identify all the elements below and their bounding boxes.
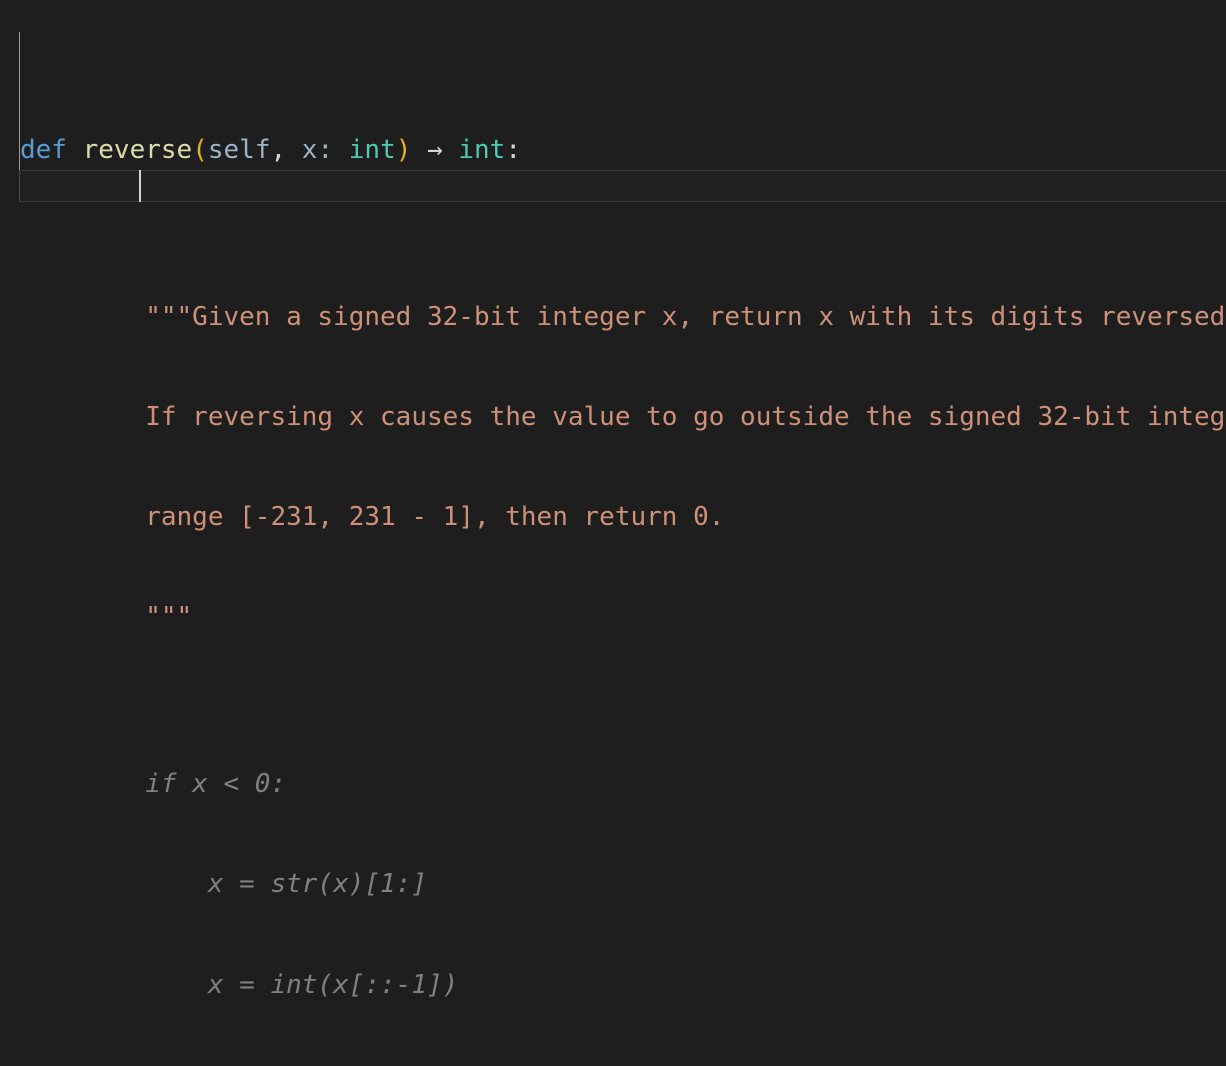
ghost-suggestion-line-3[interactable]: x = int(x[::-1]) bbox=[20, 969, 1226, 1002]
param-x-type: int bbox=[348, 134, 396, 165]
ghost-suggestion-line-1[interactable]: if x < 0: bbox=[20, 768, 1226, 801]
code-editor[interactable]: def reverse(self, x: int) → int: """Give… bbox=[0, 0, 1226, 1000]
code-line-signature[interactable]: def reverse(self, x: int) → int: bbox=[20, 134, 1226, 167]
return-arrow-icon: → bbox=[411, 134, 459, 165]
docstring-line-1[interactable]: """Given a signed 32-bit integer x, retu… bbox=[20, 301, 1226, 334]
param-x: x: bbox=[301, 134, 349, 165]
param-self: self bbox=[207, 134, 271, 165]
docstring-line-2[interactable]: If reversing x causes the value to go ou… bbox=[20, 401, 1226, 434]
keyword-def: def bbox=[20, 134, 67, 165]
open-paren: ( bbox=[192, 134, 208, 165]
param-separator: , bbox=[270, 134, 302, 165]
ghost-suggestion-line-2[interactable]: x = str(x)[1:] bbox=[20, 868, 1226, 901]
return-type: int bbox=[458, 134, 506, 165]
docstring-line-4[interactable]: """ bbox=[20, 601, 1226, 634]
docstring-line-3[interactable]: range [-231, 231 - 1], then return 0. bbox=[20, 501, 1226, 534]
close-paren: ) bbox=[395, 134, 412, 165]
signature-colon: : bbox=[505, 134, 521, 165]
function-name: reverse bbox=[82, 134, 193, 165]
code-content[interactable]: def reverse(self, x: int) → int: """Give… bbox=[20, 0, 1226, 1066]
